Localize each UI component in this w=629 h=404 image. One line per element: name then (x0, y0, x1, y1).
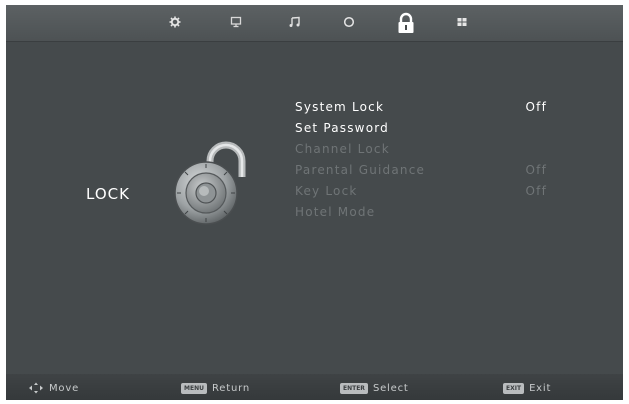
menu-item-value: Off (525, 163, 547, 177)
gear-icon (169, 16, 181, 28)
tab-lock[interactable] (393, 11, 419, 35)
menu-tab-bar (6, 5, 623, 42)
enter-key-badge: ENTER (340, 382, 368, 394)
circle-icon (343, 16, 355, 28)
tab-setup[interactable] (447, 9, 477, 35)
hint-exit: EXIT Exit (503, 381, 551, 395)
tab-screen[interactable] (221, 9, 251, 35)
menu-item-value (507, 205, 547, 223)
grid-icon (457, 18, 467, 26)
key-hint-bar: Move MENU Return ENTER Select EXIT Exit (6, 374, 623, 400)
hint-return-label: Return (211, 382, 250, 394)
arrows-icon (29, 382, 43, 394)
menu-item-value (507, 142, 547, 160)
tab-sound[interactable] (280, 9, 310, 35)
hint-move-label: Move (49, 382, 80, 394)
menu-item-label: Key Lock (295, 184, 358, 198)
music-note-icon (289, 16, 300, 27)
menu-key-badge: MENU (181, 382, 207, 394)
combination-lock-icon (174, 141, 246, 225)
menu-item-value: Off (525, 100, 547, 114)
menu-item-system-lock[interactable]: System Lock Off (295, 100, 555, 118)
menu-item-set-password[interactable]: Set Password (295, 121, 555, 139)
menu-item-label: Parental Guidance (295, 163, 426, 177)
tab-time[interactable] (334, 9, 364, 35)
tab-picture[interactable] (160, 9, 190, 35)
padlock-icon (398, 12, 414, 33)
menu-item-label: Set Password (295, 121, 389, 135)
menu-item-hotel-mode: Hotel Mode (295, 205, 555, 223)
hint-exit-label: Exit (529, 382, 552, 394)
tv-osd-screen: LOCK System Lock Off Set Password Channe… (6, 5, 623, 400)
menu-item-value: Off (525, 184, 547, 198)
menu-item-parental-guidance: Parental Guidance Off (295, 163, 555, 181)
menu-item-label: Channel Lock (295, 142, 390, 156)
menu-item-channel-lock: Channel Lock (295, 142, 555, 160)
section-title: LOCK (86, 185, 130, 203)
menu-item-key-lock: Key Lock Off (295, 184, 555, 202)
monitor-icon (230, 16, 242, 28)
hint-select-label: Select (372, 382, 409, 394)
menu-item-label: System Lock (295, 100, 385, 114)
menu-item-value (507, 121, 547, 139)
hint-move: Move (28, 381, 79, 395)
exit-key-badge: EXIT (503, 382, 525, 394)
hint-return: MENU Return (181, 381, 250, 395)
hint-select: ENTER Select (340, 381, 409, 395)
menu-item-label: Hotel Mode (295, 205, 376, 219)
